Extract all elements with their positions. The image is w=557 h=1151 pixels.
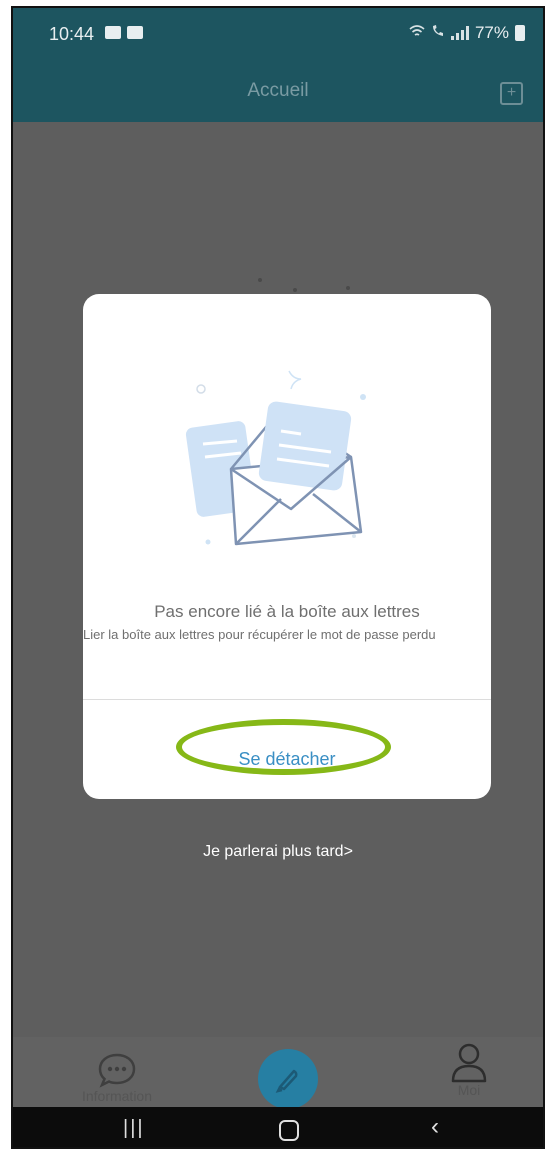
pen-icon (275, 1069, 298, 1093)
bottom-tab-bar: Information Moi (13, 1037, 543, 1109)
dialog-title: Pas encore lié à la boîte aux lettres (154, 602, 420, 621)
home-icon[interactable] (279, 1120, 299, 1141)
system-navigation-bar: ||| ‹ (13, 1107, 543, 1147)
chat-bubble-icon (98, 1053, 136, 1088)
status-bar: 10:44 77% (13, 8, 543, 60)
dialog-subtitle: Lier la boîte aux lettres pour récupérer… (83, 627, 436, 642)
notification-icons (105, 26, 143, 39)
tab-information-label: Information (81, 1088, 153, 1104)
wifi-icon (409, 23, 425, 43)
status-time: 10:44 (49, 24, 95, 44)
app-header: Accueil + (13, 60, 543, 122)
signal-icon (450, 26, 469, 40)
tab-information[interactable]: Information (57, 1051, 177, 1104)
phone-screen: 10:44 77% Accueil + Pas encore lié à la … (11, 6, 545, 1149)
app-notification-icon (127, 26, 143, 39)
link-mailbox-dialog: Pas encore lié à la boîte aux lettres Li… (83, 294, 491, 799)
dialog-divider (83, 699, 491, 700)
back-icon[interactable]: ‹ (431, 1113, 439, 1141)
user-icon (451, 1043, 487, 1083)
plus-square-icon[interactable]: + (500, 82, 523, 105)
battery-percent: 77% (474, 23, 509, 42)
recents-icon[interactable]: ||| (123, 1117, 145, 1140)
compose-button[interactable] (258, 1049, 318, 1109)
tab-moi-label: Moi (457, 1082, 481, 1098)
page-title: Accueil (247, 80, 309, 101)
status-right: 77% (409, 23, 525, 43)
envelope-letters-icon (185, 370, 366, 546)
highlight-annotation (176, 719, 391, 775)
call-icon (431, 23, 445, 43)
battery-icon (515, 25, 525, 41)
talk-later-link[interactable]: Je parlerai plus tard> (13, 843, 543, 861)
tab-moi[interactable]: Moi (429, 1041, 509, 1098)
gallery-notification-icon (105, 26, 121, 39)
